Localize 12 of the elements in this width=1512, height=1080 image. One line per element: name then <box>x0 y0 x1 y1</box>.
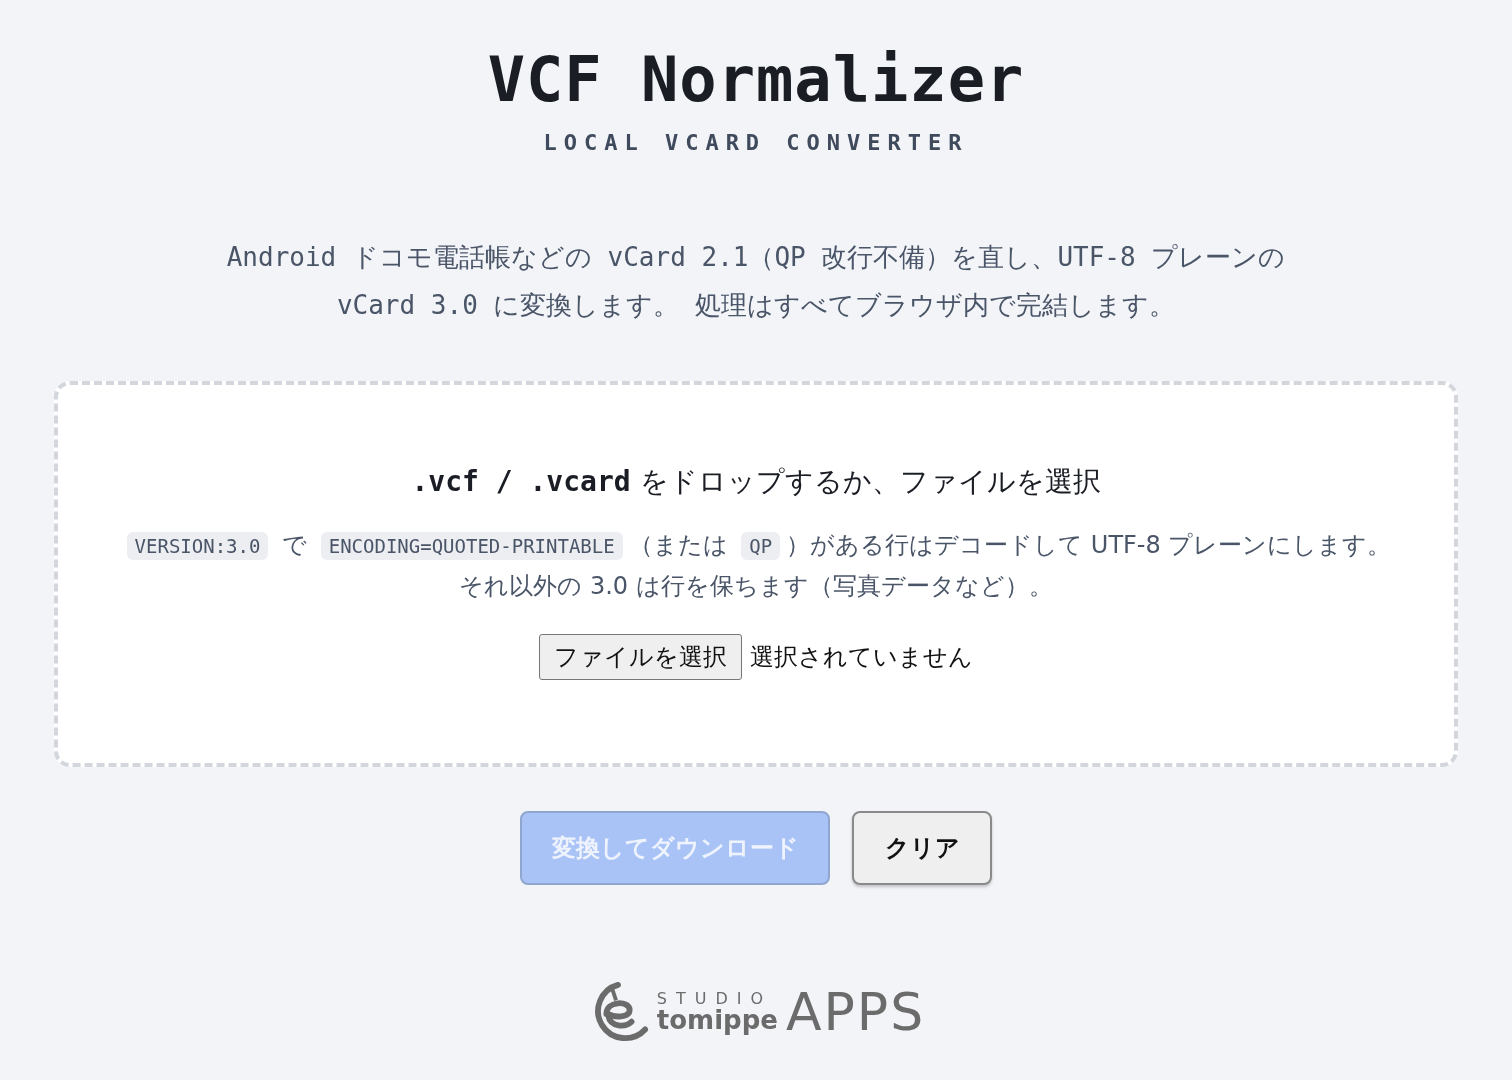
studio-text: STUDIO <box>656 991 774 1008</box>
drop-heading: .vcf / .vcard をドロップするか、ファイルを選択 <box>411 464 1101 501</box>
drop-hint-text: VERSION:3.0 で ENCODING=QUOTED-PRINTABLE （または QP ）がある行はデコードして UTF-8 プレーンにします。それ以外の 3.0 は行を保ちます（写真データなど）。 <box>116 525 1396 607</box>
choose-file-button[interactable]: ファイルを選択 <box>539 634 742 681</box>
clear-button[interactable]: クリア <box>852 811 992 886</box>
app-subtitle: LOCAL VCARD CONVERTER <box>543 130 969 156</box>
intro-text: Android ドコモ電話帳などの vCard 2.1（QP 改行不備）を直し、UTF-8 プレーンの vCard 3.0 に変換します。 処理はすべてブラウザ内で完結します。 <box>225 241 1287 323</box>
drop-zone[interactable]: .vcf / .vcard をドロップするか、ファイルを選択 VERSION:3.0 で ENCODING=QUOTED-PRINTABLE （または QP ）がある行はデコードして UTF-8 プレーンにします。それ以外の 3.0 は行を保ちます（写真データなど）。 ファイルを選択 選択されていません <box>54 381 1458 768</box>
app-title: VCF Normalizer <box>487 46 1025 115</box>
brand-text: tomippe <box>656 1007 778 1034</box>
apps-text: APPS <box>785 982 926 1043</box>
file-status-text: 選択されていません <box>750 642 973 674</box>
